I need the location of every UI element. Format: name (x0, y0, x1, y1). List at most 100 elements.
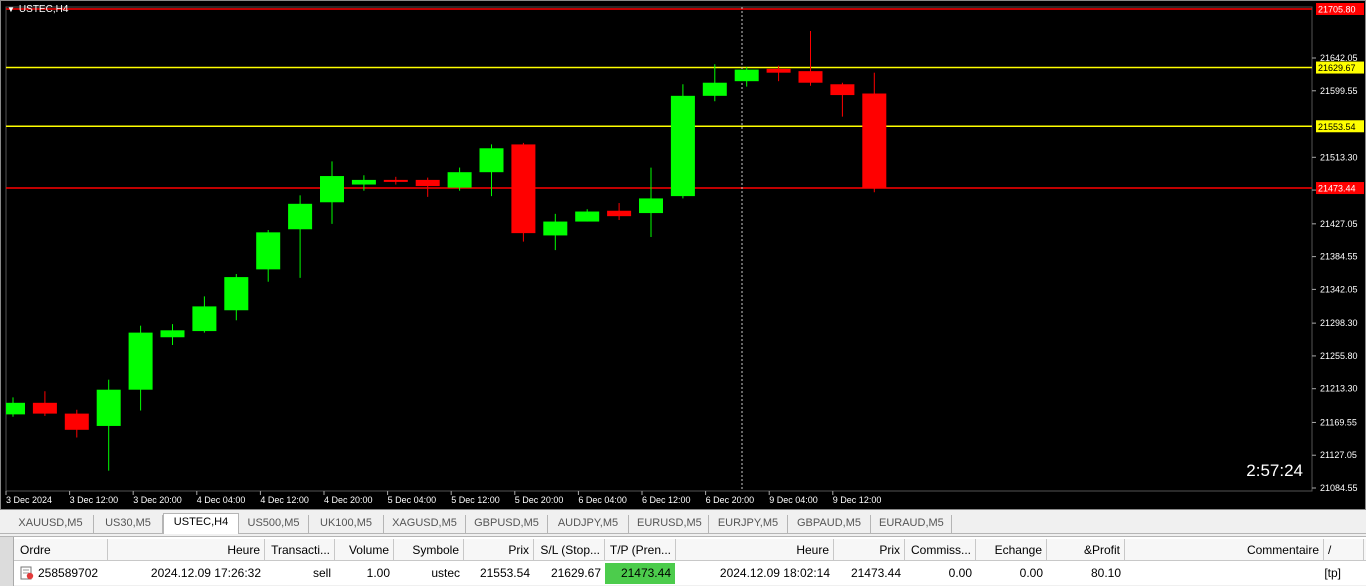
price-axis-label: 21342.05 (1320, 284, 1358, 294)
time-axis-label: 9 Dec 04:00 (769, 495, 818, 505)
time-axis-label: 4 Dec 04:00 (197, 495, 246, 505)
time-axis-label: 6 Dec 04:00 (578, 495, 627, 505)
chart-tab-eurusd-m5[interactable]: EURUSD,M5 (629, 515, 709, 533)
time-axis-label: 3 Dec 12:00 (70, 495, 119, 505)
terminal-side-strip[interactable]: inal (0, 537, 14, 586)
candle-body (32, 402, 57, 414)
row-commentaire: [tp] (1324, 566, 1341, 580)
candle-body (798, 71, 823, 83)
time-axis-label: 9 Dec 12:00 (833, 495, 882, 505)
chart-tab-gbpaud-m5[interactable]: GBPAUD,M5 (788, 515, 871, 533)
price-axis-label: 21169.55 (1320, 417, 1357, 427)
col-header-tp[interactable]: T/P (Pren... (605, 539, 676, 561)
level-label: 21629.67 (1318, 63, 1356, 73)
chart-tab-us30-m5[interactable]: US30,M5 (94, 515, 163, 533)
candle-body (288, 203, 313, 230)
row-heure: 2024.12.09 17:26:32 (150, 566, 261, 580)
candle-body (256, 232, 281, 270)
col-header-prix[interactable]: Prix (464, 539, 534, 561)
price-axis-label: 21084.55 (1320, 483, 1358, 493)
price-axis-label: 21642.05 (1320, 53, 1358, 63)
row-echange: 0.00 (1019, 566, 1043, 580)
chart-tab-us500-m5[interactable]: US500,M5 (239, 515, 309, 533)
candle-body (128, 332, 153, 390)
candle-body (639, 198, 663, 214)
candle-body (351, 179, 376, 185)
candle-body (766, 68, 791, 73)
row-ordre[interactable]: 258589702 (34, 563, 108, 584)
time-axis-label: 3 Dec 2024 (6, 495, 52, 505)
chart-tab-euraud-m5[interactable]: EURAUD,M5 (871, 515, 952, 533)
level-label: 21553.54 (1318, 122, 1356, 132)
row-heure-close: 2024.12.09 18:02:14 (719, 566, 830, 580)
time-axis-label: 4 Dec 20:00 (324, 495, 373, 505)
terminal-side-label: inal (0, 565, 1, 581)
candle-body (511, 144, 536, 234)
chart-window[interactable]: 21642.0521599.5521513.3021470.8021427.05… (0, 0, 1366, 510)
level-label: 21705.80 (1318, 5, 1356, 15)
price-axis-label: 21513.30 (1320, 152, 1358, 162)
row-tp: 21473.44 (605, 563, 675, 584)
time-axis-label: 5 Dec 12:00 (451, 495, 500, 505)
level-label: 21473.44 (1318, 184, 1356, 194)
col-header-ordre[interactable]: Ordre (16, 539, 108, 561)
col-header-echange[interactable]: Echange (976, 539, 1047, 561)
candle-body (160, 330, 185, 338)
chart-tab-ustec-h4[interactable]: USTEC,H4 (163, 513, 239, 534)
time-axis-label: 6 Dec 12:00 (642, 495, 691, 505)
col-header-commission[interactable]: Commiss... (905, 539, 976, 561)
price-axis-label: 21384.55 (1320, 252, 1358, 262)
candle-body (96, 389, 121, 426)
col-header-volume[interactable]: Volume (335, 539, 394, 561)
col-header-transaction[interactable]: Transacti... (265, 539, 335, 561)
col-header-heure[interactable]: Heure (108, 539, 265, 561)
row-transaction: sell (312, 566, 331, 580)
candle-body (830, 84, 855, 96)
candle-body (670, 95, 695, 197)
price-axis-label: 21599.55 (1320, 86, 1358, 96)
candle-body (862, 93, 887, 188)
sort-indicator[interactable]: / (1324, 539, 1364, 561)
candle-body (64, 413, 89, 430)
chart-symbol-label: ▼ USTEC,H4 (7, 4, 68, 15)
candle-body (192, 306, 217, 332)
chart-tab-audjpy-m5[interactable]: AUDJPY,M5 (548, 515, 629, 533)
row-sl: 21629.67 (550, 566, 601, 580)
chart-tab-xauusd-m5[interactable]: XAUUSD,M5 (8, 515, 94, 533)
candle-body (479, 148, 504, 173)
candle-body (320, 176, 344, 203)
candle-body (6, 402, 25, 415)
candle-body (543, 221, 568, 236)
chart-tab-xagusd-m5[interactable]: XAGUSD,M5 (384, 515, 466, 533)
col-header-prix-close[interactable]: Prix (834, 539, 905, 561)
candle-body (447, 172, 472, 188)
plot-frame (5, 6, 1313, 492)
collapse-triangle-icon[interactable]: ▼ (7, 5, 15, 14)
col-header-commentaire[interactable]: Commentaire (1125, 539, 1324, 561)
price-axis-label: 21213.30 (1320, 384, 1358, 394)
chart-tab-gbpusd-m5[interactable]: GBPUSD,M5 (466, 515, 548, 533)
col-header-profit[interactable]: &Profit (1047, 539, 1125, 561)
candle-body (734, 69, 759, 82)
bar-countdown: 2:57:24 (1246, 461, 1303, 480)
row-prix: 21553.54 (479, 566, 530, 580)
time-axis-label: 6 Dec 20:00 (706, 495, 755, 505)
chart-canvas[interactable]: 21642.0521599.5521513.3021470.8021427.05… (1, 1, 1366, 511)
terminal-panel: inal Ordre Heure Transacti... Volume Sym… (0, 536, 1366, 586)
candle-body (224, 277, 249, 311)
candle-body (702, 82, 727, 96)
col-header-heure-close[interactable]: Heure (676, 539, 834, 561)
candle-body (575, 211, 600, 222)
col-header-symbole[interactable]: Symbole (394, 539, 464, 561)
row-profit: 80.10 (1090, 566, 1121, 580)
col-header-sl[interactable]: S/L (Stop... (534, 539, 605, 561)
row-volume: 1.00 (366, 566, 390, 580)
time-axis-label: 3 Dec 20:00 (133, 495, 182, 505)
candle-body (415, 179, 440, 187)
row-commission: 0.00 (948, 566, 972, 580)
chart-tab-eurjpy-m5[interactable]: EURJPY,M5 (709, 515, 788, 533)
chart-tab-uk100-m5[interactable]: UK100,M5 (309, 515, 384, 533)
candle-body (607, 210, 632, 217)
time-axis-label: 5 Dec 20:00 (515, 495, 564, 505)
row-prix-close: 21473.44 (850, 566, 901, 580)
